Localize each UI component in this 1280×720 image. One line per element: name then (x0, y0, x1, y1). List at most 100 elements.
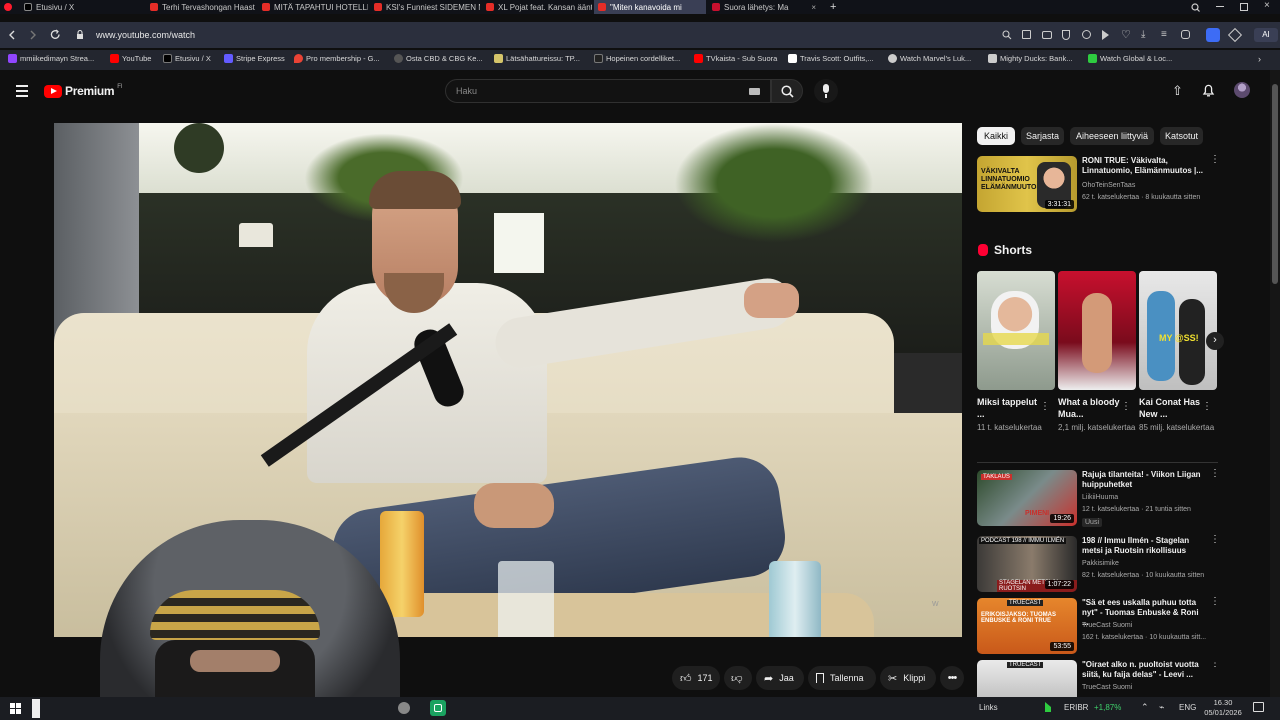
more-vert-icon[interactable]: ⋮ (1202, 401, 1212, 412)
video-title[interactable]: Rajuja tilanteita! - Viikon Liigan huipp… (1082, 470, 1206, 490)
keyboard-icon[interactable] (749, 88, 760, 95)
more-vert-icon[interactable]: ⋮ (1210, 469, 1220, 479)
search-tabs-icon[interactable] (1191, 3, 1200, 12)
lock-icon[interactable] (76, 30, 84, 40)
edit-icon[interactable] (1022, 30, 1031, 39)
youtube-logo[interactable]: Premium FI (44, 84, 123, 98)
search-icon[interactable] (1002, 30, 1012, 40)
vpn-icon[interactable] (1082, 30, 1091, 39)
short-thumbnail[interactable] (977, 271, 1055, 390)
close-tab-icon[interactable]: × (811, 3, 820, 12)
page-scrollbar[interactable] (1270, 70, 1280, 697)
bookmark-item[interactable]: Etusivu / X (163, 54, 211, 63)
more-vert-icon[interactable]: ⋮ (1040, 401, 1050, 412)
shorts-next-button[interactable]: › (1206, 332, 1224, 350)
notification-center-icon[interactable] (1253, 702, 1264, 712)
bookmark-item[interactable]: Mighty Ducks: Bank... (988, 54, 1073, 63)
video-title[interactable]: "Oiraet alko n. puoltoist vuotta siitä, … (1082, 660, 1206, 680)
bookmark-item[interactable]: Pro membership - G... (294, 54, 380, 63)
extension-icon[interactable] (1206, 28, 1220, 42)
short-title[interactable]: Kai Conat Has New ... (1139, 396, 1201, 420)
language-indicator[interactable]: ENG (1179, 703, 1196, 712)
related-video-item[interactable]: TRUECAST ERIKOISJAKSO: TUOMAS ENBUSKE & … (977, 597, 1220, 658)
opera-menu-icon[interactable] (0, 0, 16, 14)
channel-name[interactable]: TrueCast Suomi (1082, 684, 1132, 691)
video-thumbnail[interactable]: TRUECAST ERIKOISJAKSO: TUOMAS ENBUSKE & … (977, 598, 1077, 654)
browser-tab[interactable]: XL Pojat feat. Kansan äänt (482, 0, 592, 14)
upload-icon[interactable]: ⇧ (1172, 83, 1183, 99)
tray-expand-icon[interactable]: ⌃ (1141, 702, 1149, 713)
more-vert-icon[interactable]: ⋮ (1210, 597, 1220, 607)
short-item[interactable]: MY @SS! Kai Conat Has New ... 85 milj. k… (1139, 271, 1218, 434)
ai-button[interactable]: AI (1254, 28, 1278, 42)
channel-name[interactable]: Pakkisimike (1082, 560, 1119, 567)
chip-sarjasta[interactable]: Sarjasta (1021, 127, 1064, 145)
bookmark-item[interactable]: Stripe Express (224, 54, 285, 63)
play-icon[interactable] (1102, 30, 1109, 40)
bookmark-item[interactable]: Osta CBD & CBG Ke... (394, 54, 483, 63)
maximize-icon[interactable] (1240, 3, 1248, 11)
dislike-button[interactable]: 👍︎ (724, 666, 752, 690)
browser-tab-active[interactable]: "Miten kanavoida mi (594, 0, 706, 14)
search-button[interactable] (771, 79, 803, 103)
bookmark-item[interactable]: mmiikedimayn Strea... (8, 54, 94, 63)
video-title[interactable]: RONI TRUE: Väkivalta, Linnatuomio, Elämä… (1082, 156, 1206, 176)
new-tab-button[interactable]: + (826, 0, 840, 14)
related-video-item[interactable]: TAKLAUS PIMENI 19:26 Rajuja tilanteita! … (977, 469, 1220, 530)
scrollbar-thumb[interactable] (1272, 84, 1278, 284)
short-title[interactable]: Miksi tappelut ... (977, 396, 1039, 420)
bookmark-item[interactable]: Watch Marvel's Luk... (888, 54, 971, 63)
hamburger-menu-icon[interactable] (16, 85, 28, 97)
clock[interactable]: 16.30 05/01/2026 (1203, 698, 1243, 718)
stock-ticker[interactable]: ERIBR (1064, 703, 1088, 712)
bookmark-item[interactable]: Lätsähattureissu: TP... (494, 54, 580, 63)
shield-icon[interactable] (1062, 30, 1070, 40)
more-vert-icon[interactable]: ⋮ (1121, 401, 1131, 412)
chip-watched[interactable]: Katsotut (1160, 127, 1203, 145)
chip-kaikki[interactable]: Kaikki (977, 127, 1015, 145)
taskbar-app-icon[interactable] (430, 700, 446, 716)
chip-related[interactable]: Aiheeseen liittyviä (1070, 127, 1154, 145)
browser-tab[interactable]: KSI's Funniest SIDEMEN M (370, 0, 480, 14)
short-thumbnail[interactable]: MY @SS! (1139, 271, 1217, 390)
minimize-icon[interactable] (1216, 6, 1224, 7)
box-icon[interactable] (1227, 27, 1243, 43)
forward-icon[interactable] (29, 30, 37, 40)
more-vert-icon[interactable]: ⋮ (1210, 660, 1220, 669)
url-field[interactable]: www.youtube.com/watch (96, 30, 195, 40)
browser-tab[interactable]: Etusivu / X (20, 0, 138, 14)
short-title[interactable]: What a bloody Mua... (1058, 396, 1120, 420)
taskbar-app-icon[interactable] (398, 702, 410, 714)
save-button[interactable]: Tallenna (808, 666, 876, 690)
browser-tab[interactable]: Terhi Tervashongan Haast (146, 0, 256, 14)
video-thumbnail[interactable]: VÄKIVALTA LINNATUOMIO ELÄMÄNMUUTOS 3:31:… (977, 156, 1077, 212)
back-icon[interactable] (8, 30, 16, 40)
video-title[interactable]: 198 // Immu Ilmén - Stagelan metsi ja Ru… (1082, 536, 1206, 556)
short-item[interactable]: What a bloody Mua... 2,1 milj. katseluke… (1058, 271, 1137, 434)
network-icon[interactable]: ⌁ (1159, 702, 1164, 713)
bookmark-item[interactable]: Travis Scott: Outfits,... (788, 54, 874, 63)
close-window-icon[interactable]: × (1264, 0, 1270, 11)
download-icon[interactable]: ⤓ (1141, 29, 1145, 40)
bookmarks-overflow-icon[interactable]: › (1258, 54, 1261, 64)
profile-icon[interactable] (1181, 30, 1190, 39)
more-vert-icon[interactable]: ⋮ (1210, 155, 1220, 165)
avatar[interactable] (1234, 82, 1250, 98)
channel-name[interactable]: OhoTeinSenTaas (1082, 182, 1135, 189)
search-input[interactable]: Haku (445, 79, 771, 103)
channel-name[interactable]: TrueCast Suomi (1082, 622, 1132, 629)
notifications-bell-icon[interactable] (1202, 83, 1215, 97)
channel-name[interactable]: LiikiiHuuma (1082, 494, 1118, 501)
clip-button[interactable]: ✂ Klippi (880, 666, 936, 690)
more-actions-button[interactable]: ••• (940, 666, 964, 690)
bookmark-item[interactable]: Hopeinen cordelliket... (594, 54, 680, 63)
video-thumbnail[interactable]: TAKLAUS PIMENI 19:26 (977, 470, 1077, 526)
reload-icon[interactable] (50, 29, 61, 40)
video-thumbnail[interactable]: PODCAST 198 // IMMU ILMÉN STAGELAN METSI… (977, 536, 1077, 592)
share-button[interactable]: ➦ Jaa (756, 666, 804, 690)
browser-tab[interactable]: Suora lähetys: Ma × (708, 0, 820, 14)
like-button[interactable]: 👍︎ 171 (672, 666, 720, 690)
heart-icon[interactable]: ♡ (1121, 28, 1131, 41)
more-vert-icon[interactable]: ⋮ (1210, 535, 1220, 545)
related-video-item[interactable]: TRUECAST "Oiraet alko n. puoltoist vuott… (977, 660, 1220, 697)
